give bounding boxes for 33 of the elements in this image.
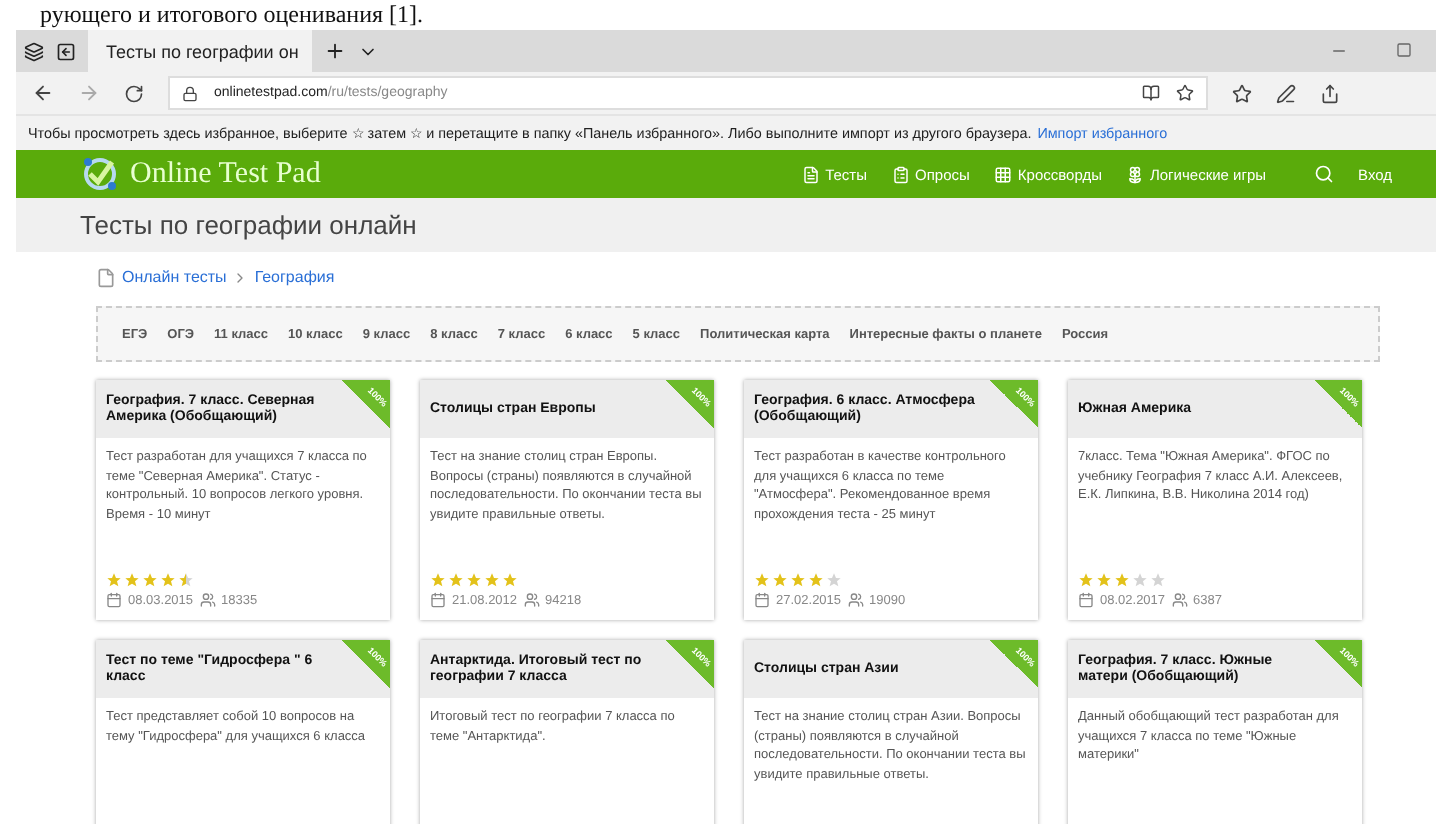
breadcrumb-link[interactable]: Онлайн тесты	[122, 268, 227, 286]
favorites-icon[interactable]	[1232, 83, 1252, 103]
calendar-icon	[430, 592, 446, 608]
tabs-icon[interactable]	[24, 41, 44, 61]
users-icon	[847, 592, 864, 608]
document-icon	[801, 165, 820, 183]
document-icon	[96, 267, 116, 287]
flower-icon	[1125, 165, 1144, 183]
logo-icon	[80, 154, 120, 194]
share-icon[interactable]	[1320, 83, 1340, 103]
users-icon	[199, 592, 216, 608]
clipboard-icon	[891, 165, 910, 183]
reload-icon[interactable]	[124, 83, 144, 103]
calendar-icon	[1078, 592, 1094, 608]
back-icon[interactable]	[32, 82, 54, 104]
document-text: рующего и итогового оценивания [1].	[38, 0, 424, 30]
browser-tab[interactable]: Тесты по географии он	[88, 30, 312, 72]
new-tab-icon[interactable]	[324, 40, 346, 62]
calendar-icon	[106, 592, 122, 608]
tab-aside-icon[interactable]	[56, 41, 76, 61]
page-title: Тесты по географии онлайн	[80, 210, 417, 240]
lock-icon	[182, 85, 198, 101]
test-card[interactable]	[96, 380, 390, 620]
maximize-icon[interactable]	[1396, 42, 1412, 58]
book-icon[interactable]	[1142, 84, 1160, 102]
search-icon[interactable]	[1314, 164, 1335, 184]
breadcrumb-link[interactable]: География	[254, 268, 335, 286]
grid-icon	[993, 165, 1012, 183]
users-icon	[523, 592, 540, 608]
star-icon[interactable]	[1176, 84, 1194, 102]
pen-icon[interactable]	[1276, 83, 1296, 103]
users-icon	[1171, 592, 1188, 608]
calendar-icon	[754, 592, 770, 608]
